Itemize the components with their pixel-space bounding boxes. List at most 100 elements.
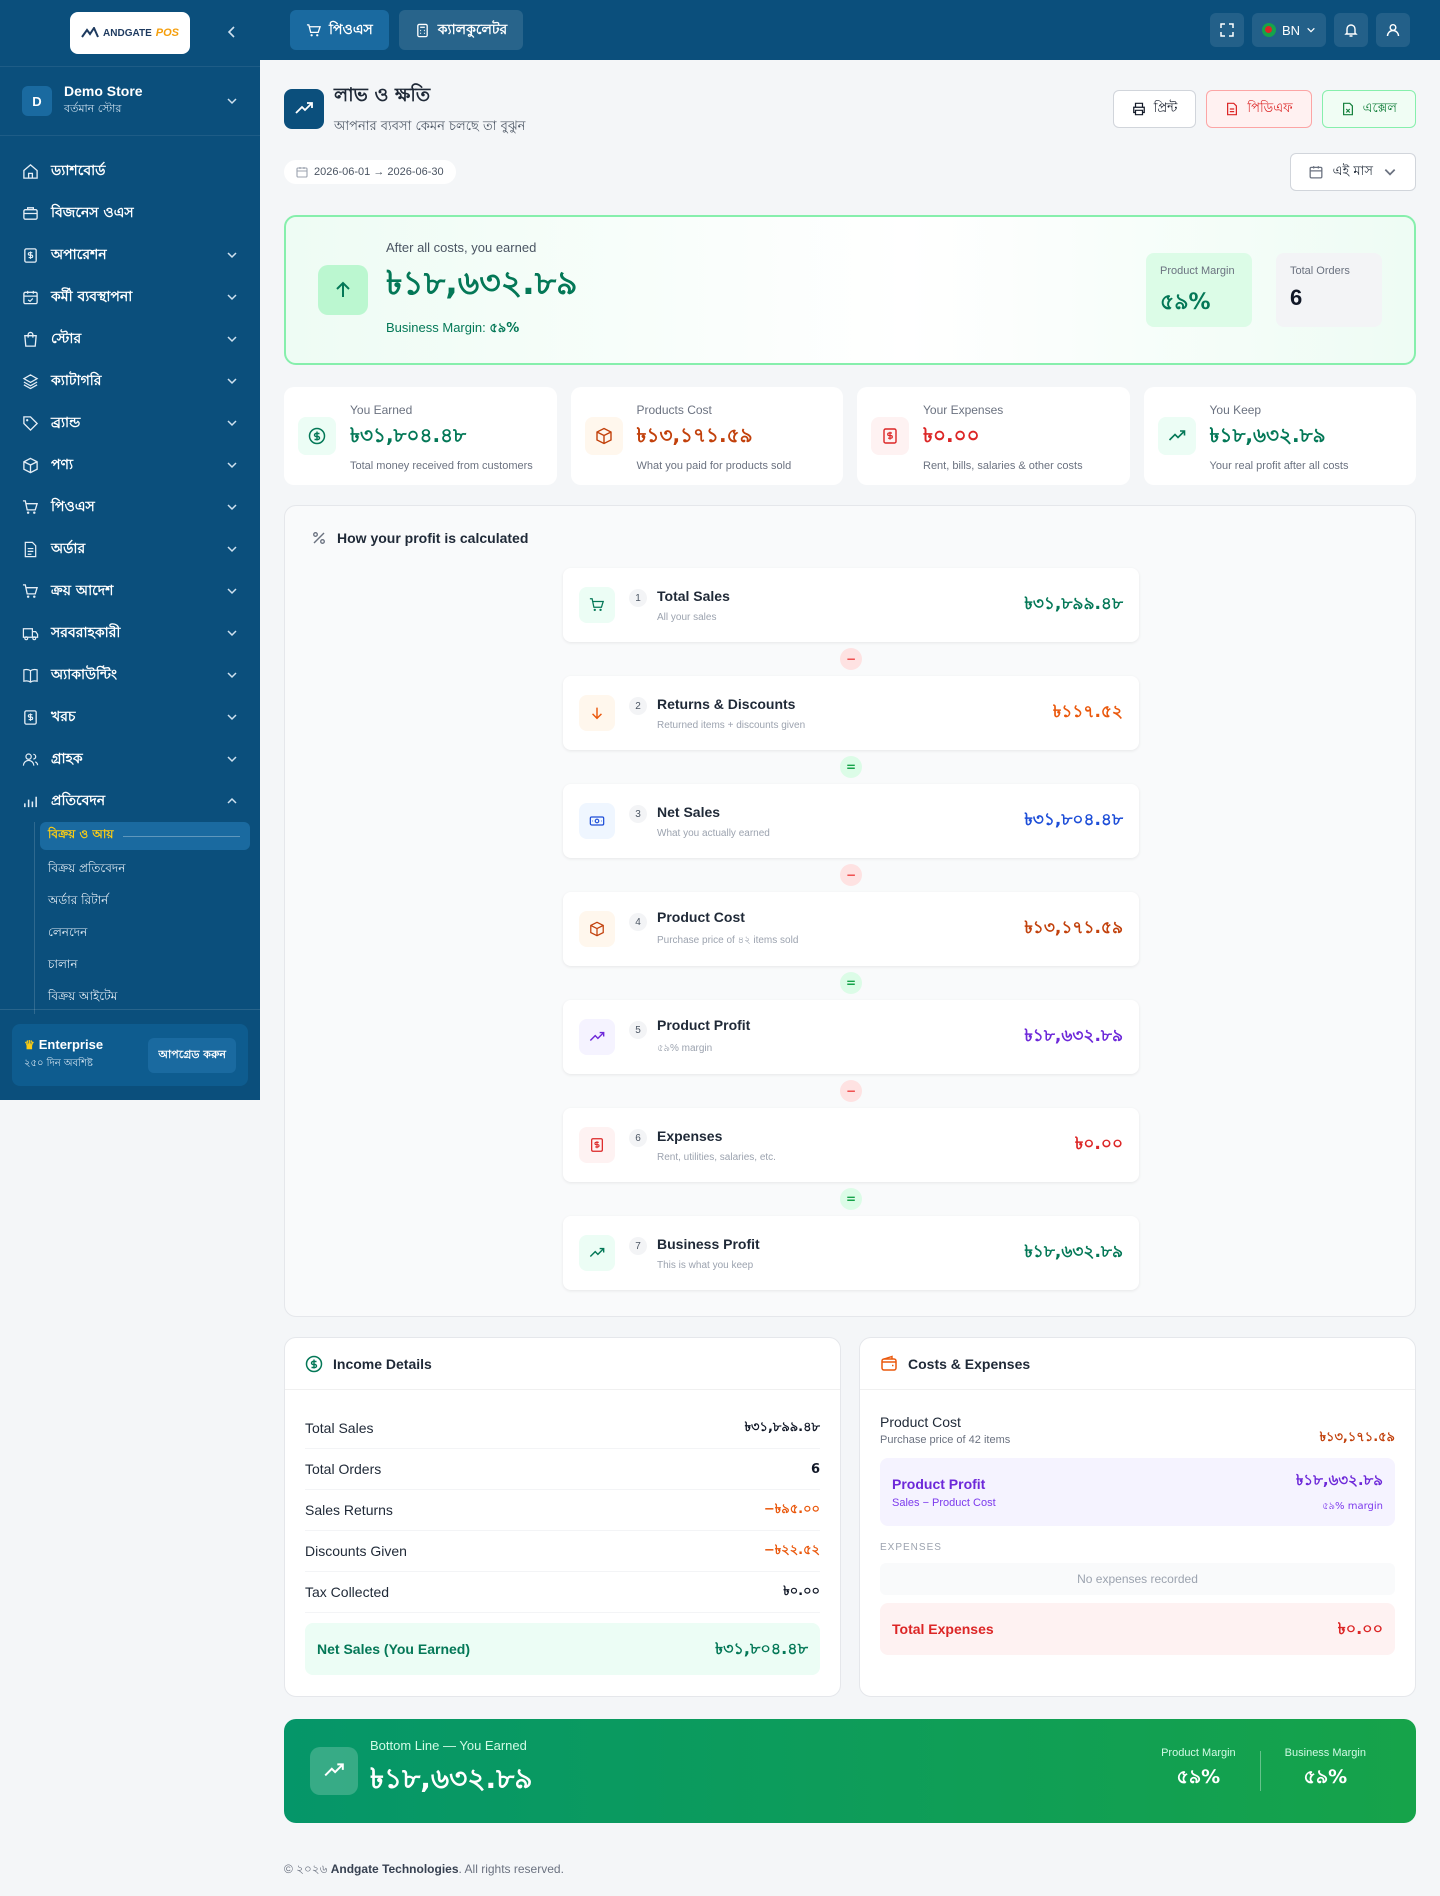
hero-value: ৳১৮,৬৩২.৮৯ bbox=[386, 263, 578, 302]
footer-prefix: © ২০২৬ bbox=[284, 1862, 328, 1876]
chevron-down-icon bbox=[226, 627, 238, 639]
trend-up-icon bbox=[310, 1747, 358, 1795]
operator-row: = bbox=[563, 1182, 1139, 1216]
income-row: Discounts Given −৳২২.৫২ bbox=[305, 1531, 820, 1572]
sidebar-item-label: ক্রয় আদেশ bbox=[51, 583, 114, 599]
step-title: Expenses bbox=[657, 1127, 723, 1144]
step-title: Business Profit bbox=[657, 1235, 760, 1252]
user-icon bbox=[1386, 24, 1400, 37]
trend-up-icon bbox=[579, 1019, 615, 1055]
sidebar: ANDGATE POS D Demo Store বর্তমান স্টোর ড্… bbox=[0, 0, 260, 1100]
total-orders-value: 6 bbox=[1290, 285, 1303, 310]
submenu-item-4[interactable]: লেনদেন bbox=[40, 918, 260, 950]
sidebar-item-2[interactable]: বিজনেস ওএস bbox=[0, 192, 260, 234]
language-code: BN bbox=[1281, 22, 1300, 38]
step-value: ৳৩১,৮৯৯.৪৮ bbox=[1024, 594, 1123, 614]
product-cost-label: Product Cost bbox=[880, 1414, 961, 1430]
collapse-sidebar-icon[interactable] bbox=[224, 24, 240, 40]
step-value: ৳১১৭.৫২ bbox=[1052, 702, 1123, 722]
sidebar-item-label: কর্মী ব্যবস্থাপনা bbox=[51, 289, 133, 305]
step-title: Returns & Discounts bbox=[657, 695, 796, 712]
sidebar-item-11[interactable]: ক্রয় আদেশ bbox=[0, 570, 260, 612]
submenu-item-1[interactable]: বিক্রয় ও আয় bbox=[40, 822, 250, 850]
kpi-cards: You Earned ৳৩১,৮০৪.৪৮ Total money received… bbox=[284, 387, 1416, 485]
sidebar-item-8[interactable]: পণ্য bbox=[0, 444, 260, 486]
receipt-icon bbox=[22, 709, 39, 726]
bar-chart-icon bbox=[22, 793, 39, 810]
cart-icon bbox=[579, 587, 615, 623]
business-margin: Business Margin: ৫৯% bbox=[386, 319, 578, 340]
sidebar-item-13[interactable]: অ্যাকাউন্টিং bbox=[0, 654, 260, 696]
sidebar-item-15[interactable]: গ্রাহক bbox=[0, 738, 260, 780]
sidebar-item-label: পণ্য bbox=[51, 457, 74, 473]
submenu-item-5[interactable]: চালান bbox=[40, 950, 260, 982]
sidebar-item-label: ব্র্যান্ড bbox=[51, 415, 81, 431]
sidebar-item-9[interactable]: পিওএস bbox=[0, 486, 260, 528]
pos-button[interactable]: পিওএস bbox=[290, 10, 389, 50]
total-expenses-label: Total Expenses bbox=[892, 1621, 994, 1637]
language-selector[interactable]: BN bbox=[1251, 13, 1326, 47]
submenu-item-2[interactable]: বিক্রয় প্রতিবেদন bbox=[40, 854, 260, 886]
sidebar-item-3[interactable]: অপারেশন bbox=[0, 234, 260, 276]
excel-label: এক্সেল bbox=[1362, 100, 1397, 116]
print-label: প্রিন্ট bbox=[1153, 100, 1178, 116]
no-expenses-message: No expenses recorded bbox=[880, 1563, 1395, 1595]
pdf-button[interactable]: পিডিএফ bbox=[1206, 90, 1312, 128]
sidebar-item-12[interactable]: সরবরাহকারী bbox=[0, 612, 260, 654]
logo-mark-icon bbox=[81, 27, 99, 38]
sidebar-item-16[interactable]: প্রতিবেদন bbox=[0, 780, 260, 822]
income-row-label: Sales Returns bbox=[305, 1502, 393, 1518]
receipt-icon bbox=[579, 1127, 615, 1163]
fullscreen-button[interactable] bbox=[1209, 13, 1244, 47]
sidebar-item-10[interactable]: অর্ডার bbox=[0, 528, 260, 570]
sidebar-item-4[interactable]: কর্মী ব্যবস্থাপনা bbox=[0, 276, 260, 318]
sidebar-item-7[interactable]: ব্র্যান্ড bbox=[0, 402, 260, 444]
notifications-button[interactable] bbox=[1334, 13, 1368, 47]
sidebar-item-14[interactable]: খরচ bbox=[0, 696, 260, 738]
store-switcher[interactable]: D Demo Store বর্তমান স্টোর bbox=[0, 66, 260, 136]
dollar-icon bbox=[298, 417, 336, 455]
user-menu-button[interactable] bbox=[1376, 13, 1410, 47]
chevron-down-icon bbox=[226, 291, 238, 303]
print-button[interactable]: প্রিন্ট bbox=[1112, 90, 1197, 128]
operator-row: = bbox=[563, 966, 1139, 1000]
users-icon bbox=[22, 751, 39, 768]
step-value: ৳১৮,৬৩২.৮৯ bbox=[1024, 1242, 1123, 1262]
upgrade-button[interactable]: আপগ্রেড করুন bbox=[148, 1037, 236, 1073]
pdf-label: পিডিএফ bbox=[1247, 100, 1293, 116]
chevron-up-icon bbox=[226, 795, 238, 807]
calc-steps: 1 Total Sales All your sales ৳৩১,৮৯৯.৪৮ − 2 Re… bbox=[563, 568, 1139, 1290]
calc-step: 7 Business Profit This is what you keep ৳১৮… bbox=[563, 1216, 1139, 1290]
submenu-item-label: বিক্রয় প্রতিবেদন bbox=[48, 861, 126, 875]
income-rows: Total Sales ৳৩১,৮৯৯.৪৮ Total Orders 6 Sales … bbox=[305, 1408, 820, 1613]
sidebar-item-label: গ্রাহক bbox=[51, 751, 83, 767]
submenu-item-label: অর্ডার রিটার্ন bbox=[48, 893, 109, 907]
excel-button[interactable]: এক্সেল bbox=[1321, 90, 1416, 128]
bangladesh-flag-icon bbox=[1261, 23, 1276, 37]
bottom-business-margin-value: ৫৯% bbox=[1303, 1766, 1348, 1788]
submenu-item-label: লেনদেন bbox=[48, 925, 88, 939]
income-details-card: Income Details Total Sales ৳৩১,৮৯৯.৪৮ Tota… bbox=[284, 1337, 841, 1697]
chevron-down-icon bbox=[227, 98, 237, 105]
step-description: Rent, utilities, salaries, etc. bbox=[657, 1151, 776, 1163]
kpi-description: Rent, bills, salaries & other costs bbox=[923, 460, 1083, 472]
truck-icon bbox=[22, 625, 39, 642]
sidebar-item-6[interactable]: ক্যাটাগরি bbox=[0, 360, 260, 402]
income-row: Total Sales ৳৩১,৮৯৯.৪৮ bbox=[305, 1408, 820, 1449]
date-range-chip[interactable]: 2026-06-01 → 2026-06-30 bbox=[284, 160, 456, 184]
logo[interactable]: ANDGATE POS bbox=[70, 12, 190, 54]
bottom-line-label: Bottom Line — You Earned bbox=[370, 1738, 527, 1753]
equals-icon: = bbox=[840, 756, 862, 778]
sidebar-item-5[interactable]: স্টোর bbox=[0, 318, 260, 360]
receipt-icon bbox=[871, 417, 909, 455]
submenu-item-3[interactable]: অর্ডার রিটার্ন bbox=[40, 886, 260, 918]
sidebar-item-1[interactable]: ড্যাশবোর্ড bbox=[0, 150, 260, 192]
chevron-down-icon bbox=[226, 543, 238, 555]
calendar-icon bbox=[296, 167, 308, 178]
period-select[interactable]: এই মাস bbox=[1289, 153, 1416, 191]
product-margin-label: Product Margin bbox=[1160, 265, 1235, 277]
calculator-button[interactable]: ক্যালকুলেটর bbox=[398, 10, 524, 50]
chevron-down-icon bbox=[226, 669, 238, 681]
income-row-value: −৳৯৫.০০ bbox=[763, 1501, 820, 1517]
income-details-header: Income Details bbox=[285, 1338, 840, 1390]
